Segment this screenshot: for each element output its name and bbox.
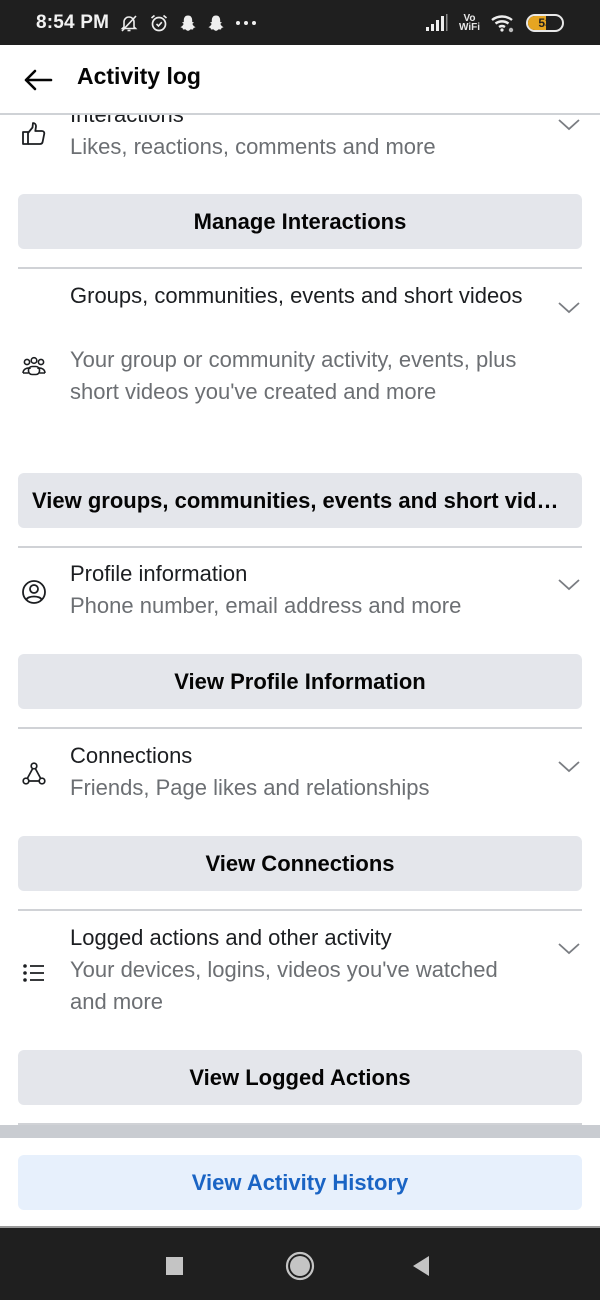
chevron-down-icon[interactable] [556,757,582,777]
status-time: 8:54 PM [36,11,110,33]
manage-interactions-button[interactable]: Manage Interactions [18,194,582,249]
footer-separator [0,1125,600,1138]
section-divider [18,909,582,911]
section-connections: Connections Friends, Page likes and rela… [0,730,600,911]
connections-icon [20,760,48,788]
wifi-icon [490,13,516,33]
section-divider [18,727,582,729]
view-connections-button[interactable]: View Connections [18,836,582,891]
section-groups: Groups, communities, events and short vi… [0,270,600,548]
battery-level: 53 [538,15,552,30]
section-description: Phone number, email address and more [70,593,462,618]
section-logged-actions: Logged actions and other activity Your d… [0,912,600,1125]
more-dots-icon [235,18,257,28]
chevron-down-icon[interactable] [556,298,582,318]
view-logged-actions-button[interactable]: View Logged Actions [18,1050,582,1105]
activity-categories-list[interactable]: Interactions Likes, reactions, comments … [0,115,600,1125]
back-triangle-icon [413,1256,429,1276]
back-button[interactable] [22,65,54,95]
home-button[interactable] [284,1250,316,1282]
signal-icon [425,13,449,32]
app-header: Activity log [0,45,600,115]
view-profile-information-button[interactable]: View Profile Information [18,654,582,709]
vowifi-icon: Vo WiFi [458,12,480,33]
chevron-down-icon[interactable] [556,115,582,135]
section-title: Groups, communities, events and short vi… [70,283,523,308]
thumbs-up-icon [20,120,48,148]
page-title: Activity log [77,63,201,89]
alarm-icon [149,13,169,33]
snapchat-icon [207,14,225,32]
section-title: Interactions [70,115,530,131]
snapchat-icon [179,14,197,32]
status-bar: 8:54 PM Vo WiFi 53 [0,0,600,45]
view-activity-history-button[interactable]: View Activity History [18,1155,582,1210]
list-icon [20,959,48,987]
section-divider [18,267,582,269]
section-description: Your group or community activity, events… [70,347,517,404]
section-title: Logged actions and other activity [70,925,392,950]
status-left: 8:54 PM [36,0,257,45]
bell-off-icon [119,13,139,33]
status-right: Vo WiFi 53 [425,0,564,45]
battery-indicator: 53 [526,13,564,32]
chevron-down-icon[interactable] [556,939,582,959]
view-groups-button[interactable]: View groups, communities, events and sho… [18,473,582,528]
home-circle-icon [285,1251,315,1281]
section-profile-information: Profile information Phone number, email … [0,548,600,729]
section-description: Your devices, logins, videos you've watc… [70,957,498,1014]
footer: View Activity History [0,1138,600,1226]
arrow-left-icon [24,69,53,91]
section-title: Profile information [70,561,248,586]
group-icon [20,353,48,381]
recents-square-icon [166,1257,183,1275]
section-description: Friends, Page likes and relationships [70,775,430,800]
section-interactions: Interactions Likes, reactions, comments … [0,115,600,270]
section-description: Likes, reactions, comments and more [70,134,436,159]
recents-button[interactable] [159,1250,191,1282]
back-nav-button[interactable] [405,1250,437,1282]
section-title: Connections [70,743,193,768]
profile-icon [20,578,48,606]
system-nav-bar [0,1226,600,1300]
chevron-down-icon[interactable] [556,575,582,595]
